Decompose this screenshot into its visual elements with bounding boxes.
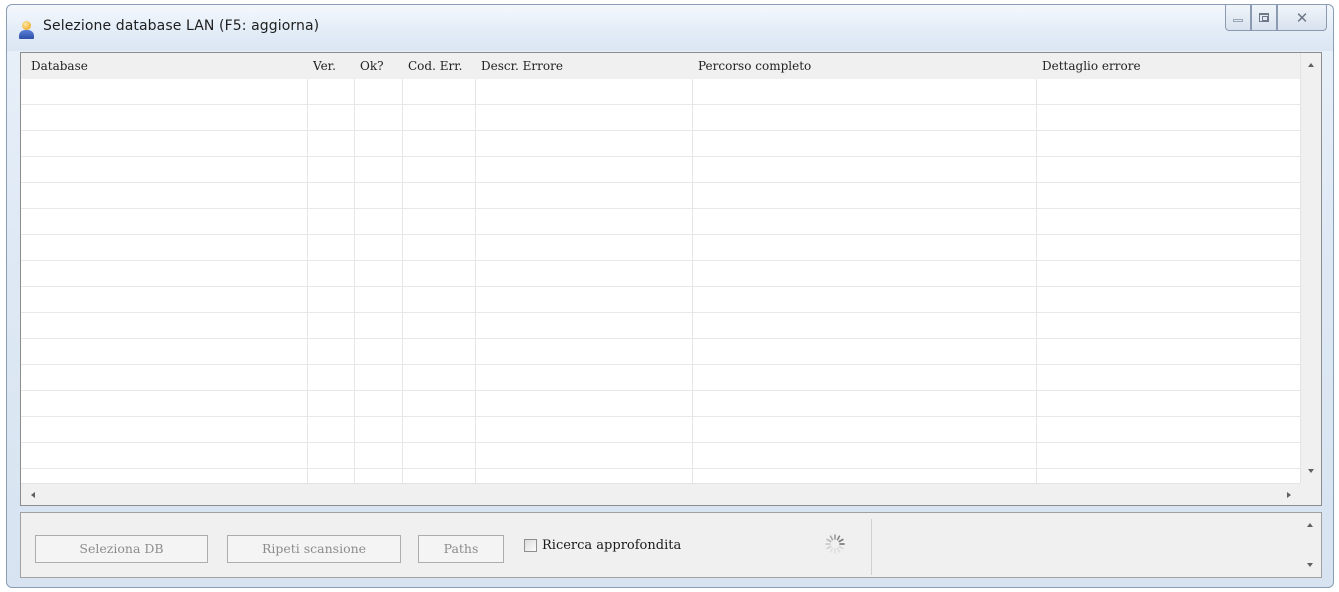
table-row[interactable]: [21, 183, 1301, 209]
column-divider: [402, 79, 403, 483]
deep-search-option[interactable]: Ricerca approfondita: [524, 535, 681, 555]
column-header-ok[interactable]: Ok?: [354, 53, 384, 79]
grid-header: Database Ver. Ok? Cod. Err. Descr. Error…: [21, 53, 1301, 79]
scrollbar-corner: [1300, 483, 1321, 505]
table-row[interactable]: [21, 417, 1301, 443]
column-header-full-path[interactable]: Percorso completo: [692, 53, 811, 79]
column-divider: [354, 79, 355, 483]
rescan-button[interactable]: Ripeti scansione: [227, 535, 401, 563]
column-header-database[interactable]: Database: [25, 53, 88, 79]
scroll-down-icon[interactable]: [1308, 469, 1314, 473]
scroll-down-icon[interactable]: [1307, 563, 1313, 567]
loading-spinner-icon: [825, 534, 845, 554]
column-header-error-description[interactable]: Descr. Errore: [475, 53, 563, 79]
maximize-icon: [1259, 13, 1269, 22]
column-header-error-detail[interactable]: Dettaglio errore: [1036, 53, 1141, 79]
table-row[interactable]: [21, 235, 1301, 261]
status-area: [871, 519, 1301, 575]
vertical-scrollbar[interactable]: [1300, 53, 1321, 483]
caption-buttons: ✕: [1225, 5, 1327, 35]
column-divider: [692, 79, 693, 483]
table-row[interactable]: [21, 209, 1301, 235]
status-scrollbar[interactable]: [1300, 513, 1321, 577]
table-row[interactable]: [21, 365, 1301, 391]
table-row[interactable]: [21, 261, 1301, 287]
table-row[interactable]: [21, 391, 1301, 417]
minimize-icon: [1233, 19, 1243, 22]
table-row[interactable]: [21, 157, 1301, 183]
title-bar[interactable]: Selezione database LAN (F5: aggiorna) ✕: [7, 5, 1333, 51]
table-row[interactable]: [21, 313, 1301, 339]
scroll-up-icon[interactable]: [1308, 63, 1314, 67]
minimize-button[interactable]: [1225, 5, 1251, 31]
table-row[interactable]: [21, 79, 1301, 105]
user-database-icon: [19, 21, 35, 39]
column-divider: [475, 79, 476, 483]
window-title: Selezione database LAN (F5: aggiorna): [43, 18, 320, 34]
table-row[interactable]: [21, 287, 1301, 313]
table-row[interactable]: [21, 339, 1301, 365]
scroll-left-icon[interactable]: [31, 492, 35, 498]
scroll-up-icon[interactable]: [1307, 523, 1313, 527]
deep-search-checkbox[interactable]: [524, 538, 537, 552]
close-button[interactable]: ✕: [1277, 5, 1327, 31]
column-divider: [1036, 79, 1037, 483]
select-db-button[interactable]: Seleziona DB: [35, 535, 208, 563]
database-grid[interactable]: Database Ver. Ok? Cod. Err. Descr. Error…: [20, 52, 1322, 506]
column-divider: [307, 79, 308, 483]
deep-search-label: Ricerca approfondita: [542, 537, 682, 553]
column-header-version[interactable]: Ver.: [307, 53, 336, 79]
table-row[interactable]: [21, 443, 1301, 469]
maximize-button[interactable]: [1251, 5, 1277, 31]
close-icon: ✕: [1295, 8, 1309, 27]
horizontal-scrollbar[interactable]: [21, 483, 1301, 505]
column-header-error-code[interactable]: Cod. Err.: [402, 53, 462, 79]
action-panel: Seleziona DB Ripeti scansione Paths Rice…: [20, 512, 1322, 578]
grid-body[interactable]: [21, 79, 1301, 483]
table-row[interactable]: [21, 105, 1301, 131]
table-row[interactable]: [21, 131, 1301, 157]
scroll-right-icon[interactable]: [1287, 492, 1291, 498]
paths-button[interactable]: Paths: [418, 535, 504, 563]
